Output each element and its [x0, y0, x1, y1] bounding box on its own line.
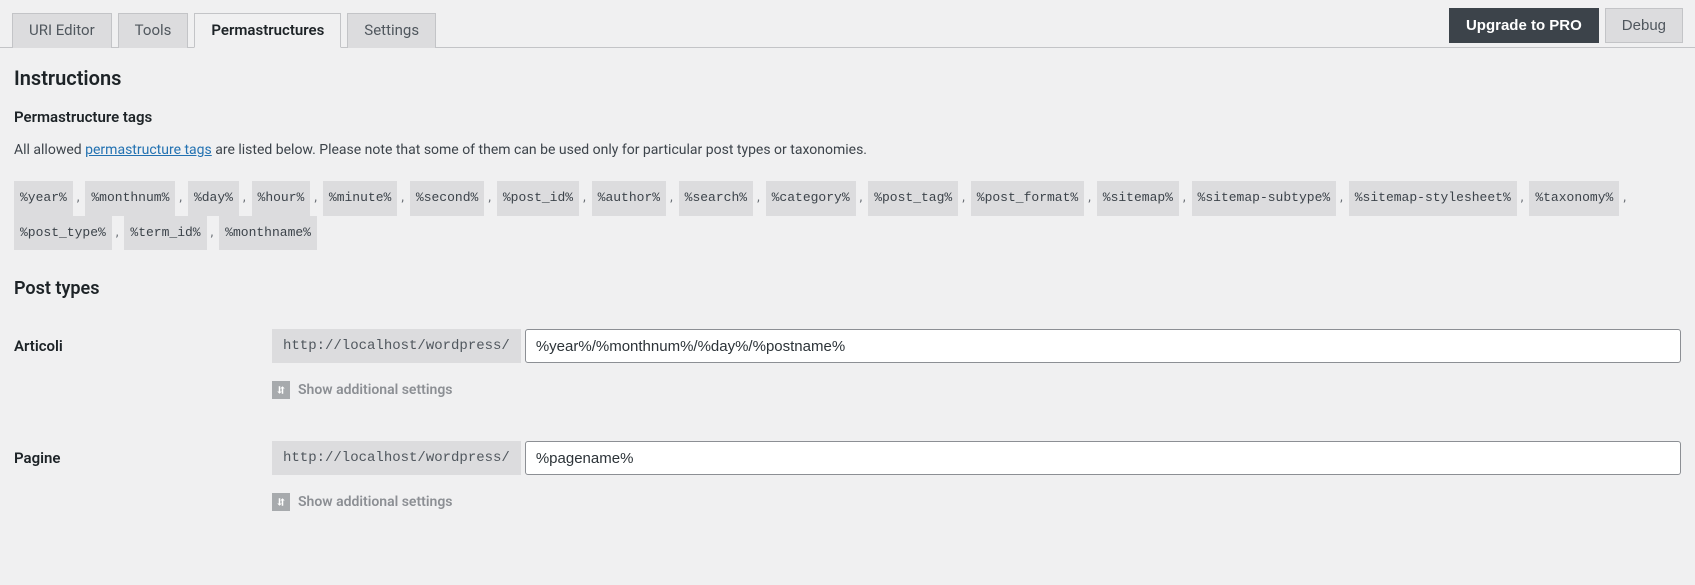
- separator: ,: [962, 184, 965, 213]
- permastructure-tag: %hour%: [252, 181, 311, 216]
- permastructure-tag: %monthnum%: [85, 181, 175, 216]
- permastructure-tag: %post_format%: [971, 181, 1084, 216]
- post-type-body: http://localhost/wordpress/Show addition…: [272, 329, 1681, 399]
- permastructure-tag: %term_id%: [124, 216, 206, 251]
- post-types-rows: Articolihttp://localhost/wordpress/Show …: [14, 329, 1681, 511]
- show-additional-settings-toggle[interactable]: Show additional settings: [272, 381, 1681, 399]
- permastructure-tag: %sitemap-subtype%: [1192, 181, 1337, 216]
- separator: ,: [211, 219, 214, 248]
- tabs-left: URI Editor Tools Permastructures Setting…: [12, 12, 1449, 47]
- separator: ,: [757, 184, 760, 213]
- sort-icon: [272, 381, 290, 399]
- desc-text-before: All allowed: [14, 142, 85, 158]
- toggle-label: Show additional settings: [298, 382, 453, 398]
- separator: ,: [1340, 184, 1343, 213]
- desc-text-after: are listed below. Please note that some …: [212, 142, 867, 158]
- permastructure-tags-link[interactable]: permastructure tags: [85, 142, 212, 158]
- post-type-row: Paginehttp://localhost/wordpress/Show ad…: [14, 441, 1681, 511]
- permastructure-tag: %sitemap-stylesheet%: [1349, 181, 1517, 216]
- url-prefix: http://localhost/wordpress/: [272, 329, 521, 363]
- separator: ,: [1521, 184, 1524, 213]
- tab-uri-editor[interactable]: URI Editor: [12, 13, 112, 48]
- permastructure-tag: %minute%: [323, 181, 397, 216]
- separator: ,: [1623, 184, 1626, 213]
- permastructure-tag: %taxonomy%: [1529, 181, 1619, 216]
- upgrade-button[interactable]: Upgrade to PRO: [1449, 8, 1599, 43]
- permastructure-tag: %second%: [410, 181, 484, 216]
- separator: ,: [314, 184, 317, 213]
- permastructure-input[interactable]: [525, 329, 1681, 363]
- url-prefix: http://localhost/wordpress/: [272, 441, 521, 475]
- separator: ,: [583, 184, 586, 213]
- permastructure-tags-list: %year%,%monthnum%,%day%,%hour%,%minute%,…: [14, 181, 1681, 250]
- separator: ,: [116, 219, 119, 248]
- content: Instructions Permastructure tags All all…: [0, 48, 1695, 571]
- separator: ,: [488, 184, 491, 213]
- permalink-input-line: http://localhost/wordpress/: [272, 329, 1681, 363]
- separator: ,: [401, 184, 404, 213]
- permastructure-tag: %year%: [14, 181, 73, 216]
- permastructure-tag: %search%: [679, 181, 753, 216]
- tab-settings[interactable]: Settings: [347, 13, 436, 48]
- tabs-right: Upgrade to PRO Debug: [1449, 8, 1683, 43]
- separator: ,: [1088, 184, 1091, 213]
- separator: ,: [1183, 184, 1186, 213]
- show-additional-settings-toggle[interactable]: Show additional settings: [272, 493, 1681, 511]
- post-type-body: http://localhost/wordpress/Show addition…: [272, 441, 1681, 511]
- post-type-row: Articolihttp://localhost/wordpress/Show …: [14, 329, 1681, 399]
- permastructure-tags-heading: Permastructure tags: [14, 108, 1681, 126]
- separator: ,: [670, 184, 673, 213]
- permastructure-tag: %post_type%: [14, 216, 112, 251]
- post-type-label: Articoli: [14, 329, 272, 355]
- separator: ,: [243, 184, 246, 213]
- permastructure-tag: %category%: [766, 181, 856, 216]
- separator: ,: [860, 184, 863, 213]
- permastructure-input[interactable]: [525, 441, 1681, 475]
- separator: ,: [179, 184, 182, 213]
- instructions-description: All allowed permastructure tags are list…: [14, 140, 1681, 161]
- permastructure-tag: %post_id%: [497, 181, 579, 216]
- post-types-heading: Post types: [14, 278, 1681, 299]
- post-type-label: Pagine: [14, 441, 272, 467]
- permastructure-tag: %day%: [188, 181, 239, 216]
- tab-tools[interactable]: Tools: [118, 13, 189, 48]
- tab-permastructures[interactable]: Permastructures: [194, 13, 341, 48]
- permastructure-tag: %author%: [592, 181, 666, 216]
- sort-icon: [272, 493, 290, 511]
- debug-button[interactable]: Debug: [1605, 8, 1683, 43]
- instructions-heading: Instructions: [14, 66, 1681, 90]
- permastructure-tag: %sitemap%: [1097, 181, 1179, 216]
- permalink-input-line: http://localhost/wordpress/: [272, 441, 1681, 475]
- tab-bar: URI Editor Tools Permastructures Setting…: [0, 0, 1695, 48]
- separator: ,: [77, 184, 80, 213]
- permastructure-tag: %post_tag%: [868, 181, 958, 216]
- toggle-label: Show additional settings: [298, 494, 453, 510]
- permastructure-tag: %monthname%: [219, 216, 317, 251]
